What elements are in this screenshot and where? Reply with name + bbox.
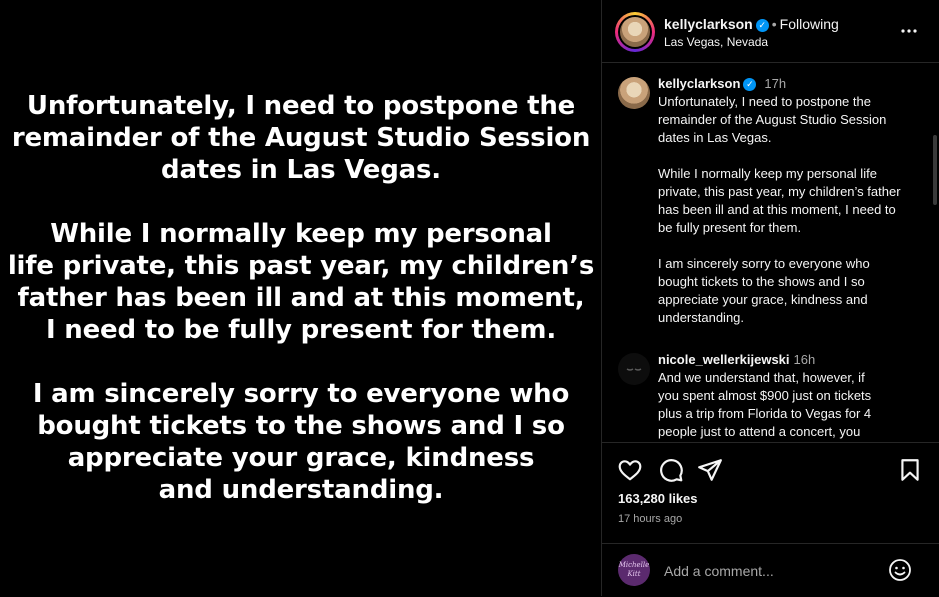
post-text-paragraph-1: Unfortunately, I need to postpone the re… [11, 91, 591, 185]
add-comment-bar: Michelle Kitt [602, 543, 939, 597]
current-user-avatar: Michelle Kitt [618, 554, 650, 586]
post-header: kellyclarkson ✓ • Following Las Vegas, Neva… [602, 0, 939, 63]
caption-paragraph-3: I am sincerely sorry to everyone who bou… [658, 256, 870, 325]
caption-username[interactable]: kellyclarkson [658, 76, 740, 91]
comment-text-body: And we understand that, however, if you … [658, 370, 872, 439]
post-text-paragraph-3: I am sincerely sorry to everyone who bou… [32, 379, 570, 505]
comment-text: And we understand that, however, if you … [658, 369, 918, 441]
share-icon[interactable] [697, 457, 723, 483]
caption-paragraph-2: While I normally keep my personal life p… [658, 166, 901, 235]
post-text-paragraph-2: While I normally keep my personal life p… [7, 219, 595, 345]
author-avatar-image [620, 17, 650, 47]
comment-username[interactable]: nicole_wellerkijewski [658, 352, 790, 367]
caption-avatar[interactable] [618, 77, 650, 109]
post-side-panel: kellyclarkson ✓ • Following Las Vegas, Neva… [602, 0, 939, 596]
post-time[interactable]: 17 hours ago [618, 513, 682, 525]
comments-scrollbar[interactable] [933, 135, 937, 205]
comments-list[interactable]: kellyclarkson ✓ 17h Unfortunately, I need … [602, 63, 939, 441]
header-user-line: kellyclarkson ✓ • Following [664, 16, 839, 32]
verified-badge-icon: ✓ [755, 19, 769, 32]
comment-icon[interactable] [658, 457, 684, 483]
following-button[interactable]: Following [780, 16, 839, 32]
likes-count[interactable]: 163,280 likes [618, 491, 698, 506]
bookmark-icon[interactable] [897, 457, 923, 483]
separator-dot: • [771, 16, 777, 32]
caption-paragraph-1: Unfortunately, I need to postpone the re… [658, 94, 887, 145]
author-avatar[interactable] [615, 12, 655, 52]
smiley-icon[interactable] [888, 558, 912, 582]
more-options-icon[interactable] [898, 20, 920, 42]
post-actions: 163,280 likes 17 hours ago [602, 442, 939, 543]
add-comment-input[interactable] [662, 558, 876, 584]
comment-time[interactable]: 16h [794, 352, 816, 367]
commenter-avatar[interactable] [618, 353, 650, 385]
heart-icon[interactable] [617, 457, 643, 483]
caption-time[interactable]: 17h [764, 76, 786, 91]
verified-badge-icon: ✓ [743, 78, 757, 91]
post-location[interactable]: Las Vegas, Nevada [664, 35, 768, 49]
author-username[interactable]: kellyclarkson [664, 16, 753, 32]
caption-text: Unfortunately, I need to postpone the re… [658, 93, 918, 327]
post-image-text: Unfortunately, I need to postpone the re… [0, 90, 602, 538]
post-image[interactable]: Unfortunately, I need to postpone the re… [0, 0, 600, 596]
